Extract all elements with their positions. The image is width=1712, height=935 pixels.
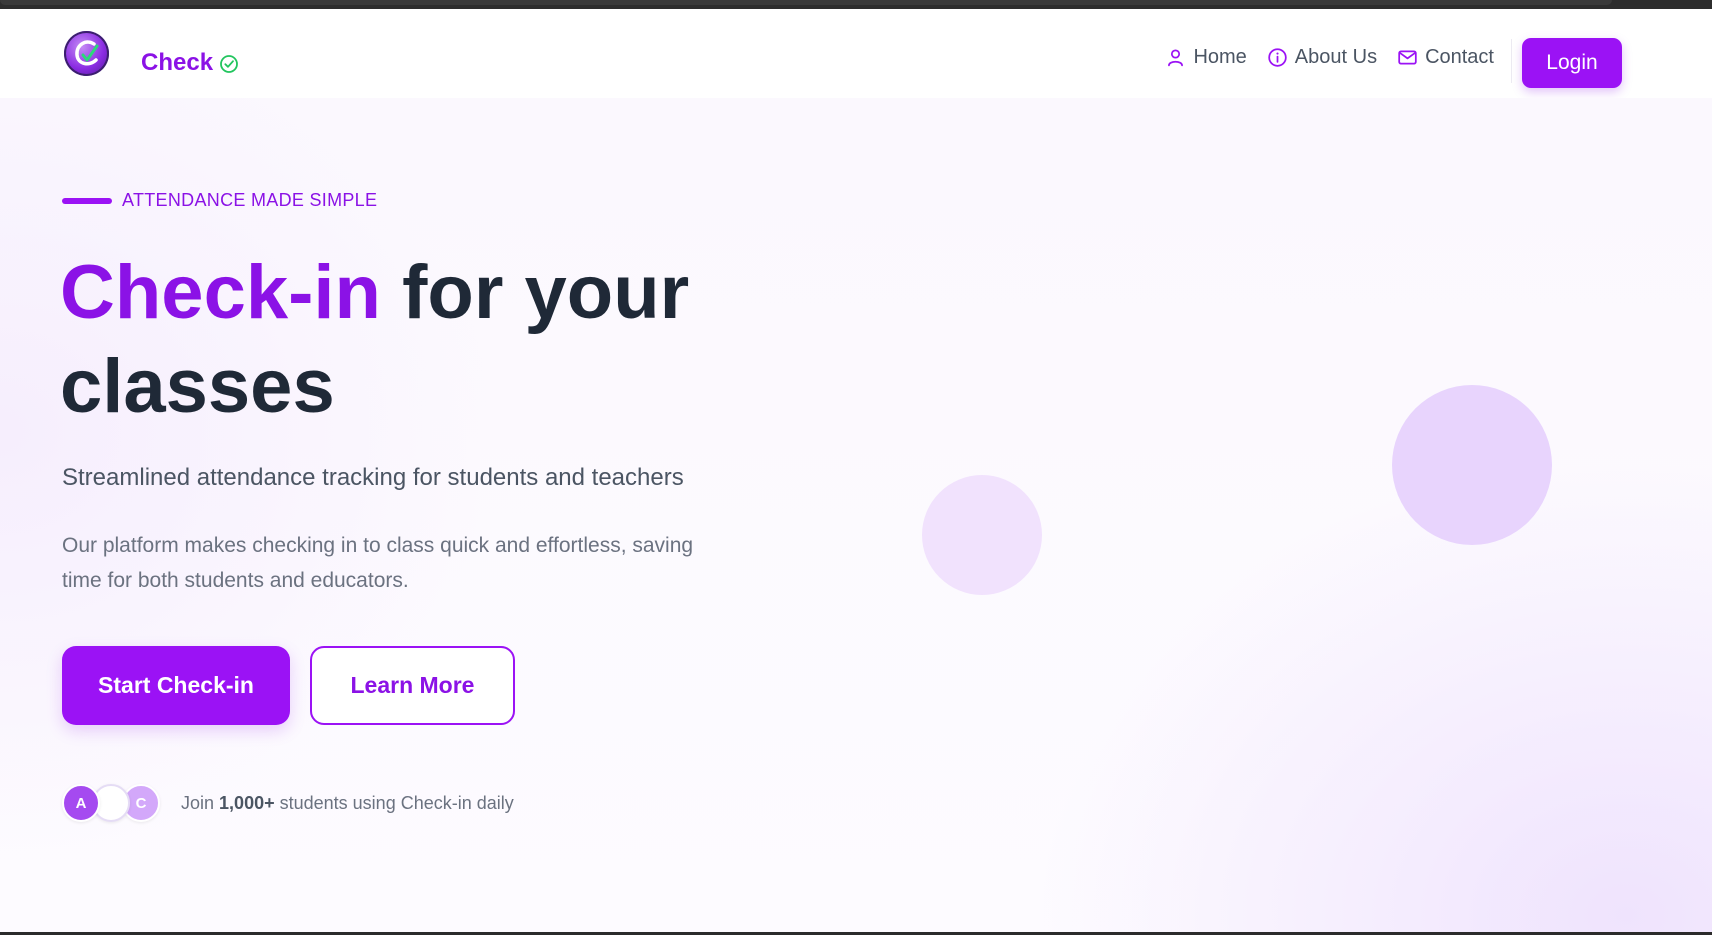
nav-about-us[interactable]: About Us: [1267, 46, 1377, 69]
nav-contact-label: Contact: [1425, 45, 1494, 68]
nav-divider: [1511, 39, 1512, 83]
start-check-in-button[interactable]: Start Check-in: [62, 646, 290, 725]
check-logo-icon[interactable]: [64, 31, 109, 76]
decorative-circle-small: [922, 475, 1042, 595]
browser-tab-edge: [0, 0, 1612, 5]
social-prefix: Join: [181, 793, 215, 813]
hero-section: ATTENDANCE MADE SIMPLE Check-in for your…: [0, 98, 1712, 932]
info-icon: [1268, 47, 1287, 67]
eyebrow-bar: [62, 197, 112, 204]
hero-headline: Check-in for your classes: [60, 246, 820, 434]
login-button[interactable]: Login: [1522, 38, 1622, 88]
mail-icon: [1398, 50, 1417, 64]
page: Check Home About Us Contact Login ATTEND…: [0, 9, 1712, 932]
headline-accent: Check-in: [60, 250, 381, 335]
social-suffix: students using Check-in daily: [279, 793, 514, 813]
brand[interactable]: Check: [141, 49, 239, 77]
decorative-circle-large: [1392, 385, 1552, 545]
user-icon: [1168, 48, 1184, 66]
social-count: 1,000+: [219, 793, 275, 813]
main-nav: Home About Us Contact: [1165, 39, 1494, 75]
hero-subtitle: Streamlined attendance tracking for stud…: [62, 464, 684, 491]
eyebrow-text: ATTENDANCE MADE SIMPLE: [122, 190, 378, 210]
nav-home[interactable]: Home: [1165, 45, 1247, 69]
nav-contact[interactable]: Contact: [1397, 46, 1494, 69]
navbar: Check Home About Us Contact Login: [0, 9, 1712, 98]
nav-home-label: Home: [1193, 45, 1247, 68]
hero-description: Our platform makes checking in to class …: [62, 534, 694, 592]
nav-about-us-label: About Us: [1294, 45, 1378, 68]
learn-more-button[interactable]: Learn More: [310, 646, 515, 725]
hero-eyebrow: ATTENDANCE MADE SIMPLE: [62, 190, 377, 211]
browser-top-strip: [0, 0, 1712, 9]
check-circle-icon: [219, 53, 239, 73]
avatar-group: A C: [62, 784, 162, 824]
social-proof: Join 1,000+ students using Check-in dail…: [181, 793, 514, 814]
brand-name: Check: [141, 49, 214, 76]
avatar: A: [62, 784, 100, 822]
